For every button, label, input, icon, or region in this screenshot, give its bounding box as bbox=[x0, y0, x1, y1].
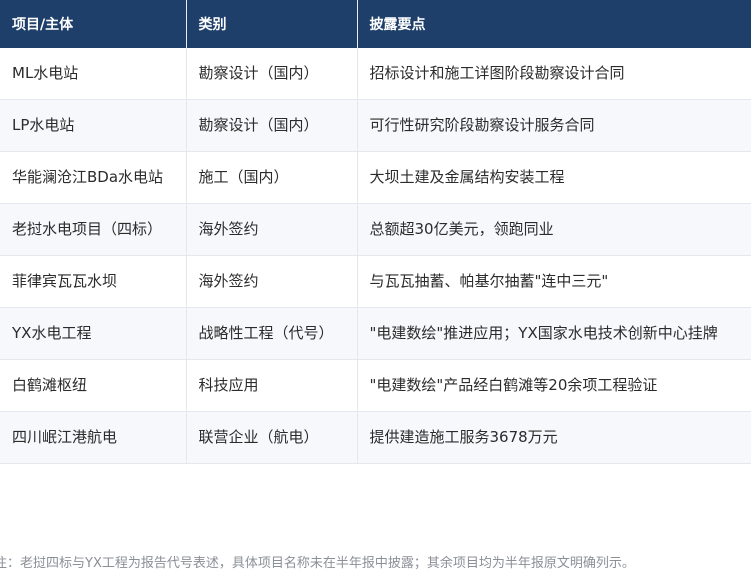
cell-project: 白鹤滩枢纽 bbox=[0, 359, 187, 412]
cell-key-points: 提供建造施工服务3678万元 bbox=[357, 411, 751, 464]
table-row: 老挝水电项目（四标） 海外签约 总额超30亿美元，领跑同业 bbox=[0, 203, 751, 256]
table-row: 菲律宾瓦瓦水坝 海外签约 与瓦瓦抽蓄、帕基尔抽蓄"连中三元" bbox=[0, 255, 751, 308]
cell-category: 科技应用 bbox=[186, 359, 358, 412]
cell-key-points: 大坝土建及金属结构安装工程 bbox=[357, 151, 751, 204]
cell-project: ML水电站 bbox=[0, 48, 187, 100]
table-row: YX水电工程 战略性工程（代号） "电建数绘"推进应用；YX国家水电技术创新中心… bbox=[0, 307, 751, 360]
cell-key-points: 总额超30亿美元，领跑同业 bbox=[357, 203, 751, 256]
header-key-points: 披露要点 bbox=[357, 0, 751, 48]
footnote: 注：老挝四标与YX工程为报告代号表述，具体项目名称未在半年报中披露；其余项目均为… bbox=[0, 556, 635, 571]
cell-category: 勘察设计（国内） bbox=[186, 99, 358, 152]
cell-category: 勘察设计（国内） bbox=[186, 48, 358, 100]
cell-key-points: "电建数绘"产品经白鹤滩等20余项工程验证 bbox=[357, 359, 751, 412]
cell-key-points: 可行性研究阶段勘察设计服务合同 bbox=[357, 99, 751, 152]
cell-category: 战略性工程（代号） bbox=[186, 307, 358, 360]
cell-project: LP水电站 bbox=[0, 99, 187, 152]
cell-key-points: "电建数绘"推进应用；YX国家水电技术创新中心挂牌 bbox=[357, 307, 751, 360]
cell-category: 海外签约 bbox=[186, 255, 358, 308]
disclosure-table: 项目/主体 类别 披露要点 ML水电站 勘察设计（国内） 招标设计和施工详图阶段… bbox=[0, 0, 751, 464]
cell-project: 菲律宾瓦瓦水坝 bbox=[0, 255, 187, 308]
cell-category: 海外签约 bbox=[186, 203, 358, 256]
table-row: ML水电站 勘察设计（国内） 招标设计和施工详图阶段勘察设计合同 bbox=[0, 48, 751, 100]
table-header-row: 项目/主体 类别 披露要点 bbox=[0, 0, 751, 48]
table-row: LP水电站 勘察设计（国内） 可行性研究阶段勘察设计服务合同 bbox=[0, 99, 751, 152]
header-project: 项目/主体 bbox=[0, 0, 187, 48]
cell-project: 华能澜沧江BDa水电站 bbox=[0, 151, 187, 204]
table-row: 华能澜沧江BDa水电站 施工（国内） 大坝土建及金属结构安装工程 bbox=[0, 151, 751, 204]
table-row: 白鹤滩枢纽 科技应用 "电建数绘"产品经白鹤滩等20余项工程验证 bbox=[0, 359, 751, 412]
cell-key-points: 招标设计和施工详图阶段勘察设计合同 bbox=[357, 48, 751, 100]
cell-project: YX水电工程 bbox=[0, 307, 187, 360]
cell-key-points: 与瓦瓦抽蓄、帕基尔抽蓄"连中三元" bbox=[357, 255, 751, 308]
cell-project: 四川岷江港航电 bbox=[0, 411, 187, 464]
header-category: 类别 bbox=[186, 0, 358, 48]
table-row: 四川岷江港航电 联营企业（航电） 提供建造施工服务3678万元 bbox=[0, 411, 751, 464]
cell-category: 联营企业（航电） bbox=[186, 411, 358, 464]
cell-project: 老挝水电项目（四标） bbox=[0, 203, 187, 256]
cell-category: 施工（国内） bbox=[186, 151, 358, 204]
